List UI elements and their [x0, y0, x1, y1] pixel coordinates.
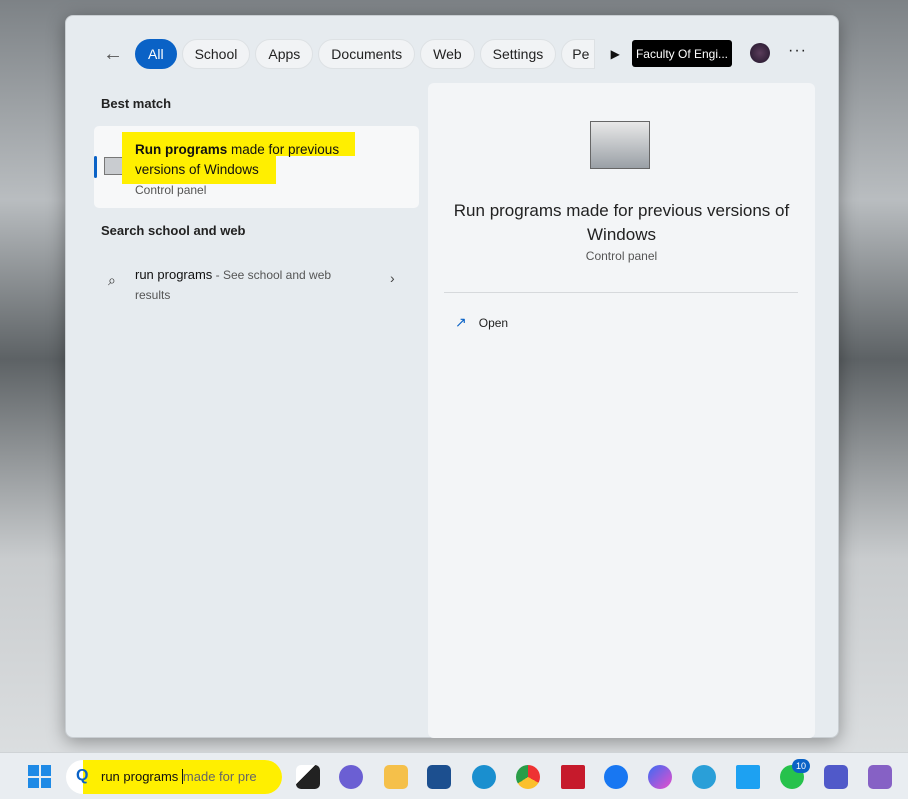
taskbar-search-input[interactable]: Q run programs made for pre	[66, 760, 282, 794]
search-suggestion: made for pre	[182, 769, 257, 784]
filter-all[interactable]: All	[135, 39, 177, 69]
search-text: run programs	[101, 769, 183, 784]
best-match-result[interactable]: Run programs made for previous versions …	[94, 126, 419, 208]
filter-settings[interactable]: Settings	[479, 39, 557, 69]
start-icon[interactable]	[28, 765, 51, 788]
filter-apps[interactable]: Apps	[255, 39, 314, 69]
filter-school[interactable]: School	[181, 39, 251, 69]
web-result-text: run programs - See school and web result…	[135, 265, 365, 305]
filter-bar: ← All School Apps Documents Web Settings…	[96, 39, 630, 69]
telegram-icon[interactable]	[692, 765, 716, 789]
open-external-icon: ↗	[455, 314, 467, 330]
messenger-icon[interactable]	[648, 765, 672, 789]
notification-badge: 10	[792, 759, 810, 773]
file-explorer-icon[interactable]	[384, 765, 408, 789]
preview-title: Run programs made for previous versions …	[453, 201, 790, 244]
title-bold: Run programs	[135, 142, 228, 157]
divider	[444, 292, 798, 293]
preview-pane: Run programs made for previous versions …	[428, 83, 815, 738]
chrome-icon[interactable]	[516, 765, 540, 789]
filter-people[interactable]: Pe	[561, 39, 596, 69]
open-label: Open	[478, 315, 509, 330]
search-icon: ⌕	[108, 272, 116, 288]
twitter-icon[interactable]	[736, 765, 760, 789]
more-options-icon[interactable]: ···	[788, 42, 807, 60]
search-icon: Q	[76, 767, 89, 784]
autocad-icon[interactable]	[561, 765, 585, 789]
avatar[interactable]	[750, 43, 770, 63]
chevron-right-icon: ›	[390, 270, 395, 286]
scroll-right-icon[interactable]: ▶	[600, 47, 630, 61]
visual-studio-icon[interactable]	[868, 765, 892, 789]
best-match-heading: Best match	[101, 96, 172, 111]
open-action[interactable]: ↗ Open	[455, 314, 508, 331]
facebook-icon[interactable]	[604, 765, 628, 789]
store-icon[interactable]	[427, 765, 451, 789]
web-result[interactable]: ⌕ run programs - See school and web resu…	[94, 256, 419, 306]
organization-button[interactable]: Faculty Of Engi...	[632, 40, 732, 67]
edge-icon[interactable]	[472, 765, 496, 789]
search-query: run programs made for pre	[101, 769, 257, 784]
task-view-icon[interactable]	[296, 765, 320, 789]
start-search-window: ← All School Apps Documents Web Settings…	[65, 15, 839, 738]
selection-indicator	[94, 156, 97, 178]
filter-documents[interactable]: Documents	[318, 39, 416, 69]
result-subtitle: Control panel	[135, 183, 207, 197]
taskbar: Q run programs made for pre 10	[0, 752, 908, 799]
preview-subtitle: Control panel	[585, 249, 658, 263]
compatibility-app-icon	[590, 121, 650, 169]
back-arrow-icon[interactable]: ←	[96, 43, 130, 66]
meet-icon[interactable]	[339, 765, 363, 789]
web-query: run programs	[135, 267, 213, 282]
result-title: Run programs made for previous versions …	[135, 140, 375, 200]
web-heading: Search school and web	[101, 223, 246, 238]
teams-icon[interactable]	[824, 765, 848, 789]
filter-web[interactable]: Web	[420, 39, 475, 69]
